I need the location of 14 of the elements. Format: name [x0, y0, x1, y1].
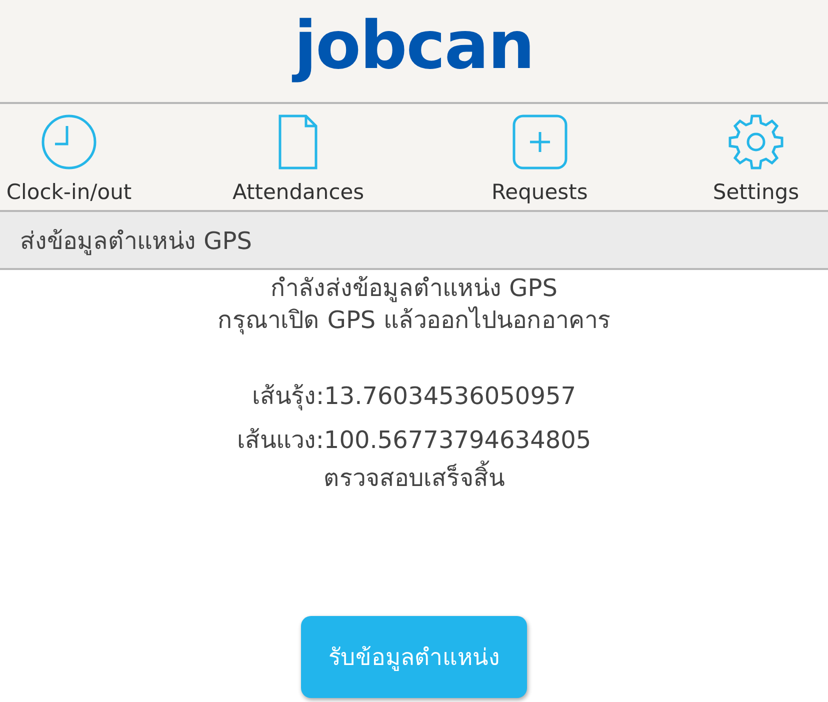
message-text: กำลังส่งข้อมูลตำแหน่ง GPS: [270, 273, 558, 304]
section-title: ส่งข้อมูลตำแหน่ง GPS: [20, 226, 252, 258]
logo: jobcan: [294, 6, 534, 86]
status-text: ตรวจสอบเสร็จสิ้น: [324, 462, 504, 494]
nav-tab[interactable]: Requests: [492, 180, 588, 204]
settings-icon[interactable]: [728, 114, 784, 170]
message-text: กรุณาเปิด GPS แล้วออกไปนอกอาคาร: [218, 305, 610, 336]
coordinate-text: เส้นแวง:100.56773794634805: [236, 425, 592, 456]
nav-tab[interactable]: Clock-in/out: [6, 180, 132, 204]
clock-icon[interactable]: [41, 114, 97, 170]
coordinate-text: เส้นรุ้ง:13.76034536050957: [252, 381, 576, 412]
nav-tab[interactable]: Attendances: [232, 180, 364, 204]
nav-tab[interactable]: Settings: [712, 180, 800, 204]
plus-icon[interactable]: [512, 114, 568, 170]
